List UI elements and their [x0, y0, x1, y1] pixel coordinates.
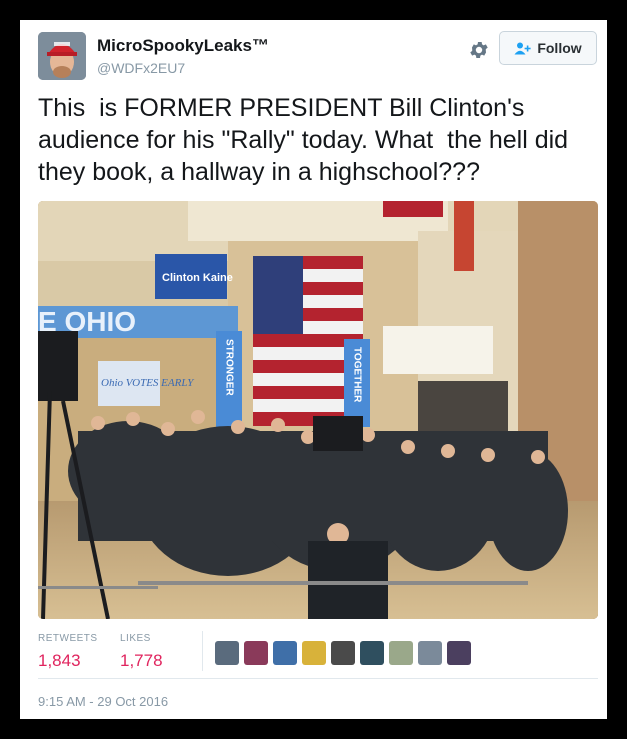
- together-sign-text: TOGETHER: [352, 347, 363, 403]
- tweet-photo[interactable]: E OHIO Clinton Kaine STRONGER TOGETHER O…: [38, 201, 598, 619]
- liker-avatar[interactable]: [244, 641, 268, 665]
- rally-photo: E OHIO Clinton Kaine STRONGER TOGETHER O…: [38, 201, 598, 619]
- liker-avatars: [215, 641, 471, 665]
- stronger-sign-text: STRONGER: [224, 339, 235, 396]
- avatar[interactable]: [38, 32, 86, 80]
- follow-button[interactable]: Follow: [499, 31, 597, 65]
- display-name[interactable]: MicroSpookyLeaks™: [97, 36, 269, 56]
- avatar-image: [38, 32, 86, 80]
- liker-avatar[interactable]: [447, 641, 471, 665]
- engagement-stats: RETWEETS 1,843 LIKES 1,778: [38, 631, 598, 671]
- campaign-sign-text: Clinton Kaine: [162, 272, 233, 284]
- liker-avatar[interactable]: [215, 641, 239, 665]
- stats-divider: [202, 631, 203, 671]
- tweet-text: This is FORMER PRESIDENT Bill Clinton's …: [38, 94, 576, 186]
- liker-avatar[interactable]: [360, 641, 384, 665]
- gear-icon[interactable]: [468, 39, 490, 61]
- add-user-icon: [514, 42, 531, 54]
- retweets-label: RETWEETS: [38, 633, 98, 644]
- likes-count[interactable]: 1,778: [120, 651, 163, 671]
- user-handle[interactable]: @WDFx2EU7: [97, 60, 185, 76]
- retweets-count[interactable]: 1,843: [38, 651, 81, 671]
- tweet-timestamp[interactable]: 9:15 AM - 29 Oct 2016: [38, 694, 168, 709]
- liker-avatar[interactable]: [331, 641, 355, 665]
- liker-avatar[interactable]: [418, 641, 442, 665]
- liker-avatar[interactable]: [302, 641, 326, 665]
- likes-label: LIKES: [120, 633, 151, 644]
- tweet-card: MicroSpookyLeaks™ @WDFx2EU7 Follow This …: [20, 20, 607, 719]
- follow-label: Follow: [537, 40, 582, 56]
- liker-avatar[interactable]: [389, 641, 413, 665]
- liker-avatar[interactable]: [273, 641, 297, 665]
- ohio-poster-text: Ohio VOTES EARLY: [101, 377, 195, 389]
- divider: [38, 678, 598, 679]
